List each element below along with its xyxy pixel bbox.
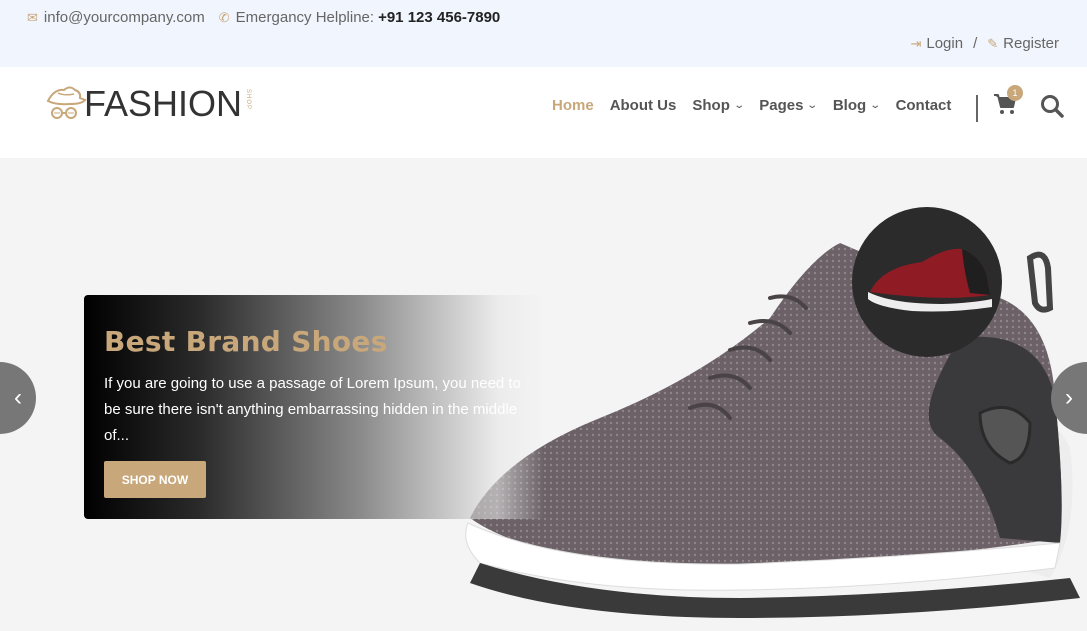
envelope-icon: ✉ bbox=[27, 9, 38, 25]
auth-links: ⇥ Login / ✎ Register bbox=[910, 35, 1059, 52]
logo-wordmark: FASHION bbox=[84, 83, 243, 124]
nav-about-label: About Us bbox=[609, 97, 677, 114]
nav-home-label: Home bbox=[552, 97, 594, 114]
logo[interactable]: FASHION SHOP bbox=[44, 79, 251, 129]
hat-glasses-logo-icon bbox=[46, 86, 87, 119]
login-label: Login bbox=[926, 35, 964, 52]
nav-blog-label: Blog bbox=[832, 97, 867, 114]
red-shoe-image bbox=[868, 248, 992, 312]
slider-prev-button[interactable]: ‹ bbox=[0, 362, 36, 434]
contact-info: ✉ info@yourcompany.com ✆ Emergancy Helpl… bbox=[27, 9, 514, 26]
nav-shop[interactable]: Shop ⌄ bbox=[692, 97, 745, 114]
nav-blog[interactable]: Blog ⌄ bbox=[832, 97, 882, 114]
slide-title: Best Brand Shoes bbox=[104, 325, 388, 358]
main-header: FASHION SHOP Home About Us Shop ⌄ Pages ⌄ … bbox=[0, 67, 1087, 158]
main-nav: Home About Us Shop ⌄ Pages ⌄ Blog ⌄ Contact bbox=[552, 97, 967, 114]
logo-subtext: SHOP bbox=[245, 89, 252, 111]
nav-pages[interactable]: Pages ⌄ bbox=[759, 97, 819, 114]
nav-shop-label: Shop bbox=[692, 97, 730, 114]
helpline-item: ✆ Emergancy Helpline: +91 123 456-7890 bbox=[219, 9, 501, 26]
slide-caption: Best Brand Shoes If you are going to use… bbox=[84, 295, 544, 519]
slide-description: If you are going to use a passage of Lor… bbox=[104, 375, 521, 444]
email-item[interactable]: ✉ info@yourcompany.com bbox=[27, 9, 205, 26]
email-text[interactable]: info@yourcompany.com bbox=[44, 9, 205, 26]
chevron-down-icon: ⌄ bbox=[869, 100, 882, 111]
search-icon bbox=[1041, 95, 1064, 118]
nav-divider bbox=[976, 95, 978, 122]
thumbnail-shoe-image bbox=[852, 207, 1002, 357]
edit-icon: ✎ bbox=[987, 35, 999, 51]
shop-now-button[interactable]: SHOP NOW bbox=[104, 461, 206, 498]
chevron-left-icon: ‹ bbox=[14, 384, 22, 411]
chevron-down-icon: ⌄ bbox=[733, 100, 745, 111]
sign-in-icon: ⇥ bbox=[910, 35, 922, 51]
chevron-right-icon: › bbox=[1065, 384, 1073, 411]
cart-count-badge: 1 bbox=[1007, 85, 1023, 101]
nav-contact-label: Contact bbox=[895, 97, 952, 114]
register-link[interactable]: ✎ Register bbox=[987, 35, 1059, 52]
nav-pages-label: Pages bbox=[759, 97, 804, 114]
hero-slider: Best Brand Shoes If you are going to use… bbox=[0, 158, 1087, 631]
top-bar: ✉ info@yourcompany.com ✆ Emergancy Helpl… bbox=[0, 0, 1087, 67]
nav-about-us[interactable]: About Us bbox=[610, 97, 677, 114]
nav-contact[interactable]: Contact bbox=[896, 97, 952, 114]
helpline-number[interactable]: +91 123 456-7890 bbox=[378, 9, 500, 26]
register-label: Register bbox=[1003, 35, 1059, 52]
auth-separator: / bbox=[973, 35, 978, 52]
search-button[interactable] bbox=[1040, 94, 1064, 123]
nav-home[interactable]: Home bbox=[552, 97, 594, 114]
chevron-down-icon: ⌄ bbox=[806, 100, 819, 111]
login-link[interactable]: ⇥ Login bbox=[910, 35, 963, 52]
phone-icon: ✆ bbox=[218, 9, 230, 25]
helpline-label: Emergancy Helpline: bbox=[235, 9, 375, 26]
